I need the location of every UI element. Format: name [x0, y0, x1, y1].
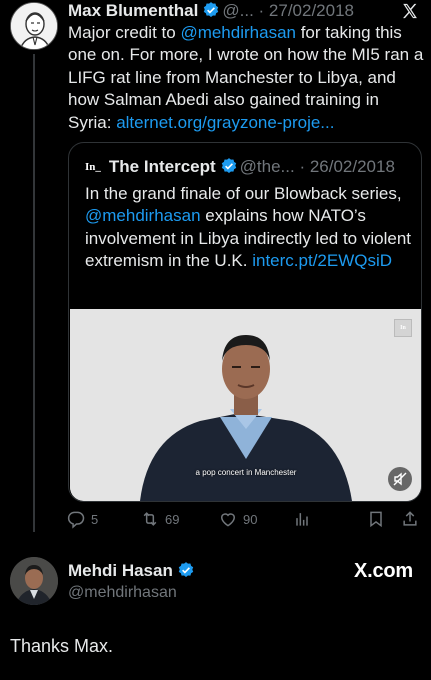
avatar-mehdi-hasan[interactable]	[10, 557, 58, 605]
reply-text: Thanks Max.	[10, 636, 114, 656]
tweet-actions: 5 69 90	[66, 506, 422, 532]
quoted-date[interactable]: 26/02/2018	[310, 157, 395, 176]
reply-tweet[interactable]: Mehdi Hasan @mehdirhasan X.com Thanks Ma…	[0, 545, 431, 680]
original-tweet[interactable]: Max Blumenthal @... · 27/02/2018 Major cr…	[0, 0, 431, 545]
reply-author-name[interactable]: Mehdi Hasan	[68, 561, 173, 580]
external-link[interactable]: alternet.org/grayzone-proje...	[116, 113, 334, 132]
tweet-text: Major credit to @mehdirhasan for taking …	[68, 22, 426, 134]
bookmark-icon	[370, 511, 382, 528]
quoted-tweet[interactable]: In_ The Intercept @the... · 26/02/2018 In …	[68, 142, 422, 502]
mention-link[interactable]: @mehdirhasan	[85, 206, 201, 225]
quoted-text-part: In the grand finale of our Blowback seri…	[85, 184, 402, 203]
like-button[interactable]: 90	[218, 506, 257, 532]
avatar-max-blumenthal[interactable]	[10, 2, 58, 50]
mention-link[interactable]: @mehdirhasan	[180, 23, 296, 42]
mute-button[interactable]	[388, 467, 412, 491]
verified-badge-icon	[221, 158, 236, 173]
author-name[interactable]: Max Blumenthal	[68, 1, 198, 20]
retweet-icon	[143, 512, 157, 526]
tweet-header: Max Blumenthal @... · 27/02/2018	[68, 0, 408, 22]
verified-badge-icon	[204, 2, 219, 17]
reply-button[interactable]: 5	[66, 506, 98, 532]
views-icon	[296, 513, 308, 526]
reply-author-header: Mehdi Hasan	[68, 560, 197, 582]
x-com-brand: X.com	[353, 560, 413, 582]
reply-count: 5	[91, 511, 99, 527]
share-icon	[403, 511, 417, 526]
bookmark-button[interactable]	[366, 506, 386, 532]
video-caption: a pop concert in Manchester	[195, 468, 297, 477]
separator: ·	[294, 157, 310, 176]
external-link[interactable]: interc.pt/2EWQsiD	[252, 251, 392, 270]
views-button[interactable]	[292, 506, 312, 532]
reply-author-handle[interactable]: @mehdirhasan	[68, 583, 177, 603]
verified-badge-icon	[178, 562, 194, 577]
avatar-illustration-icon	[11, 3, 57, 49]
like-icon	[220, 513, 236, 527]
reply-icon	[67, 511, 85, 529]
video-player[interactable]: In a pop concert in Manchester	[70, 309, 421, 501]
retweet-button[interactable]: 69	[140, 506, 179, 532]
author-handle[interactable]: @...	[222, 1, 253, 20]
intercept-logo[interactable]: In_	[85, 155, 101, 179]
quoted-author-name[interactable]: The Intercept	[109, 157, 216, 176]
separator: ·	[253, 1, 269, 20]
retweet-count: 69	[165, 511, 180, 527]
quoted-tweet-header: In_ The Intercept @the... · 26/02/2018	[85, 155, 395, 179]
thread-line	[33, 54, 35, 532]
quoted-handle[interactable]: @the...	[240, 157, 295, 176]
tweet-date[interactable]: 27/02/2018	[269, 1, 354, 20]
mute-icon	[393, 472, 407, 486]
share-button[interactable]	[400, 506, 420, 532]
like-count: 90	[243, 511, 258, 527]
video-watermark: In	[394, 319, 412, 337]
x-logo-icon[interactable]	[401, 2, 419, 20]
tweet-text-part: Major credit to	[68, 23, 181, 42]
quoted-tweet-text: In the grand finale of our Blowback seri…	[85, 183, 411, 273]
avatar-photo-icon	[10, 557, 58, 605]
